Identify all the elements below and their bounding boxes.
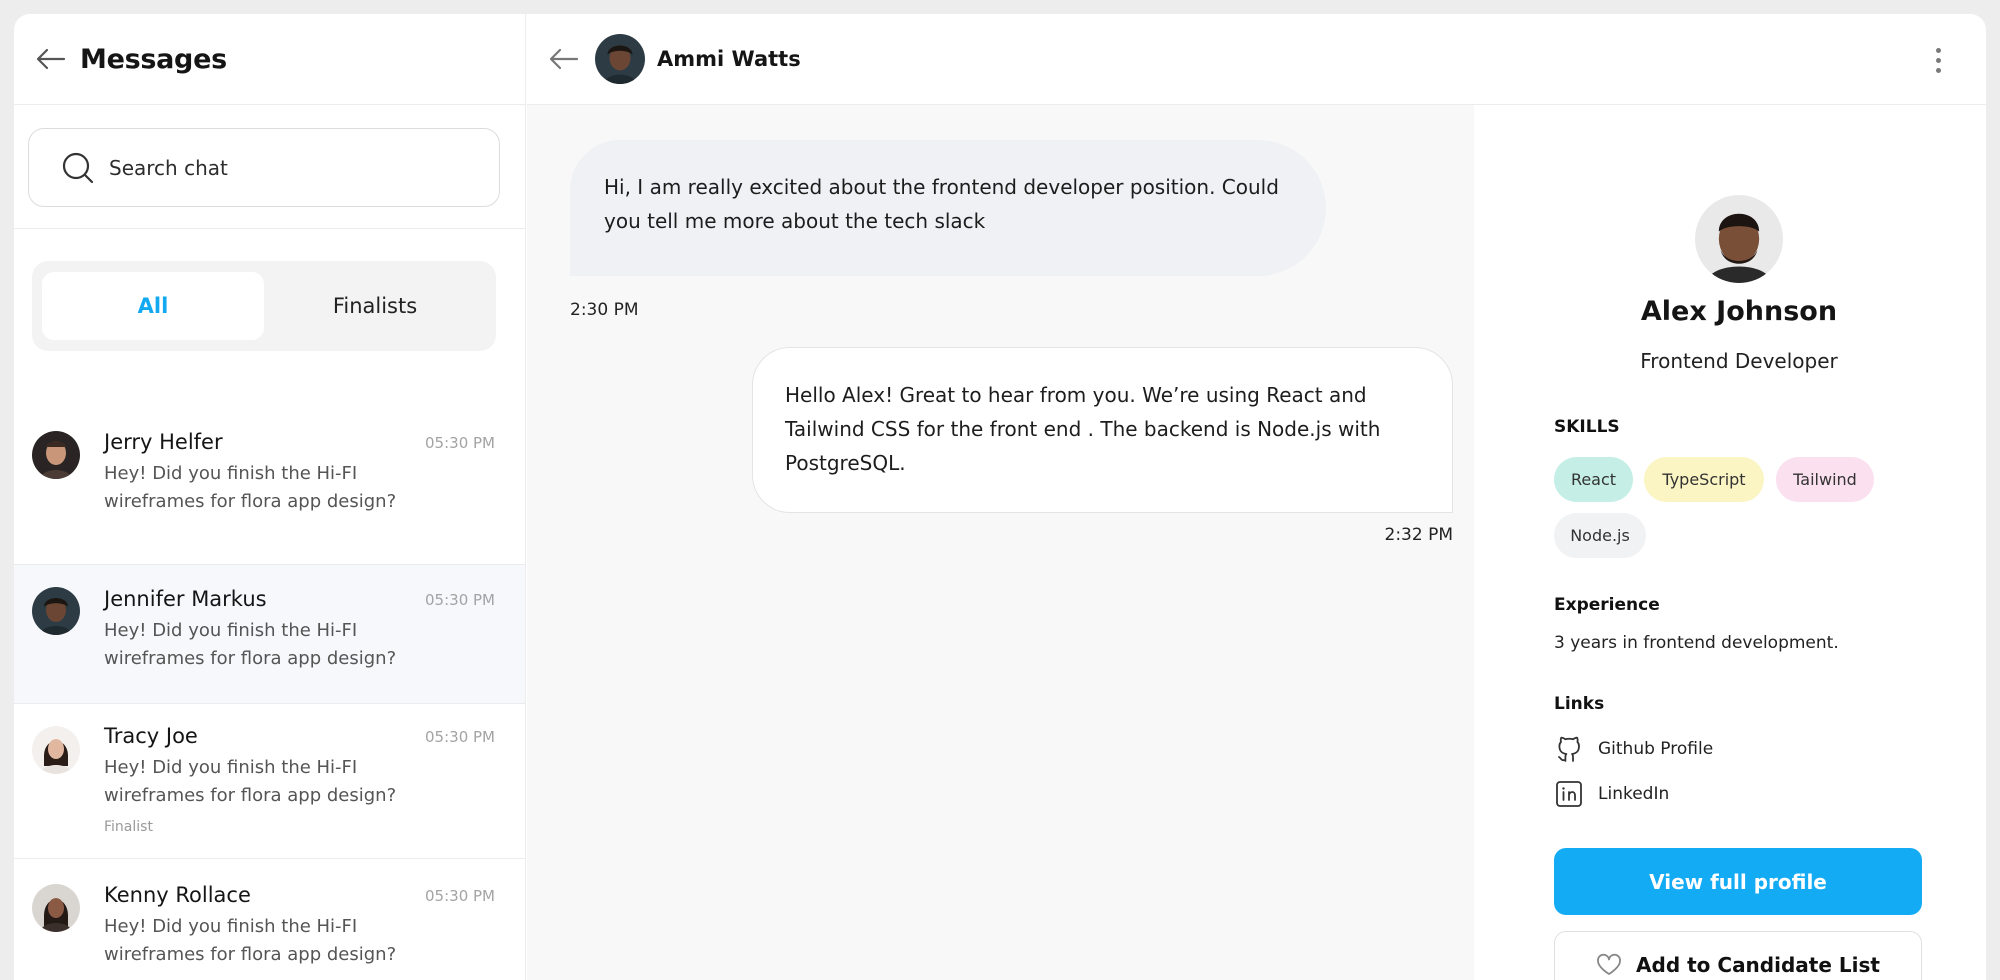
chat-name: Tracy Joe [104,724,198,748]
avatar-photo-icon [1695,195,1783,283]
chat-time: 05:30 PM [425,887,495,905]
candidate-name: Alex Johnson [1640,296,1838,327]
github-icon [1558,736,1580,762]
avatar-photo-icon [595,34,645,84]
skill-chip: Node.js [1554,513,1646,558]
candidate-role: Frontend Developer [1640,349,1838,373]
skill-chip: React [1554,457,1633,502]
avatar [32,431,80,479]
message-thread: Hi, I am really excited about the fronte… [527,105,1474,980]
messaging-app: Messages All Finalists Jerry Helfer 05:3… [14,14,1986,980]
search-icon [62,152,94,183]
chat-time: 05:30 PM [425,591,495,609]
chat-preview: Hey! Did you finish the Hi-FI wireframes… [104,757,397,806]
chat-name: Jennifer Markus [104,587,267,611]
skill-chip: TypeScript [1644,457,1764,502]
skills-title: SKILLS [1554,417,1620,437]
outgoing-message: Hello Alex! Great to hear from you. We’r… [752,347,1453,513]
arrow-left-icon [36,48,66,70]
avatar [32,726,80,774]
avatar [32,587,80,635]
incoming-message: Hi, I am really excited about the fronte… [570,140,1326,276]
chat-list-item[interactable]: Tracy Joe 05:30 PM Hey! Did you finish t… [14,704,525,859]
conversation-panel: Ammi Watts Hi, I am really excited about… [527,14,1986,980]
finalist-badge: Finalist [104,819,153,835]
avatar-photo-icon [32,726,80,774]
tab-finalists[interactable]: Finalists [264,272,486,340]
dot [1935,67,1941,73]
candidate-profile-panel: Alex Johnson Frontend Developer SKILLS R… [1474,105,1986,980]
experience-title: Experience [1554,595,1660,615]
avatar [32,884,80,932]
chat-name: Jerry Helfer [104,430,223,454]
back-button[interactable] [547,42,581,76]
more-options-button[interactable] [1928,42,1948,78]
search-section [14,105,525,229]
chat-time: 05:30 PM [425,434,495,452]
contact-avatar[interactable] [595,34,645,84]
search-input[interactable] [109,155,469,180]
back-button[interactable] [34,42,68,76]
links-title: Links [1554,694,1605,714]
filter-tabs: All Finalists [32,261,496,351]
avatar-photo-icon [32,587,80,635]
chat-list-item[interactable]: Jennifer Markus 05:30 PM Hey! Did you fi… [14,565,525,704]
chat-name: Kenny Rollace [104,883,251,907]
chat-time: 05:30 PM [425,728,495,746]
github-link[interactable]: Github Profile [1554,734,1713,764]
chat-list-header: Messages [14,14,525,105]
skill-chip: Tailwind [1776,457,1874,502]
arrow-left-icon [549,48,579,70]
contact-name: Ammi Watts [657,47,801,71]
linkedin-link[interactable]: LinkedIn [1554,779,1669,809]
conversation-header: Ammi Watts [527,14,1986,105]
add-to-candidate-list-button[interactable]: Add to Candidate List [1554,931,1922,980]
experience-text: 3 years in frontend development. [1554,633,1839,653]
search-box[interactable] [28,128,500,207]
avatar-photo-icon [32,884,80,932]
linkedin-icon [1556,781,1582,807]
view-full-profile-button[interactable]: View full profile [1554,848,1922,915]
chat-list-item[interactable]: Kenny Rollace 05:30 PM Hey! Did you fini… [14,859,525,980]
heart-icon [1596,953,1622,977]
add-to-candidate-list-label: Add to Candidate List [1636,952,1880,977]
chat-list-item[interactable]: Jerry Helfer 05:30 PM Hey! Did you finis… [14,397,525,565]
chat-preview: Hey! Did you finish the Hi-FI wireframes… [104,916,397,965]
github-link-label: Github Profile [1598,739,1714,759]
chat-preview: Hey! Did you finish the Hi-FI wireframes… [104,620,397,669]
tab-all[interactable]: All [42,272,264,340]
message-time: 2:32 PM [1384,525,1454,545]
chat-list-panel: Messages All Finalists Jerry Helfer 05:3… [14,14,526,980]
more-vertical-icon [1935,47,1941,53]
avatar-photo-icon [32,431,80,479]
chat-preview: Hey! Did you finish the Hi-FI wireframes… [104,463,397,512]
profile-avatar [1695,195,1783,283]
dot [1935,57,1941,63]
linkedin-link-label: LinkedIn [1598,784,1670,804]
filter-tabs-section: All Finalists [14,229,525,397]
page-title: Messages [80,43,227,75]
message-time: 2:30 PM [570,300,639,320]
